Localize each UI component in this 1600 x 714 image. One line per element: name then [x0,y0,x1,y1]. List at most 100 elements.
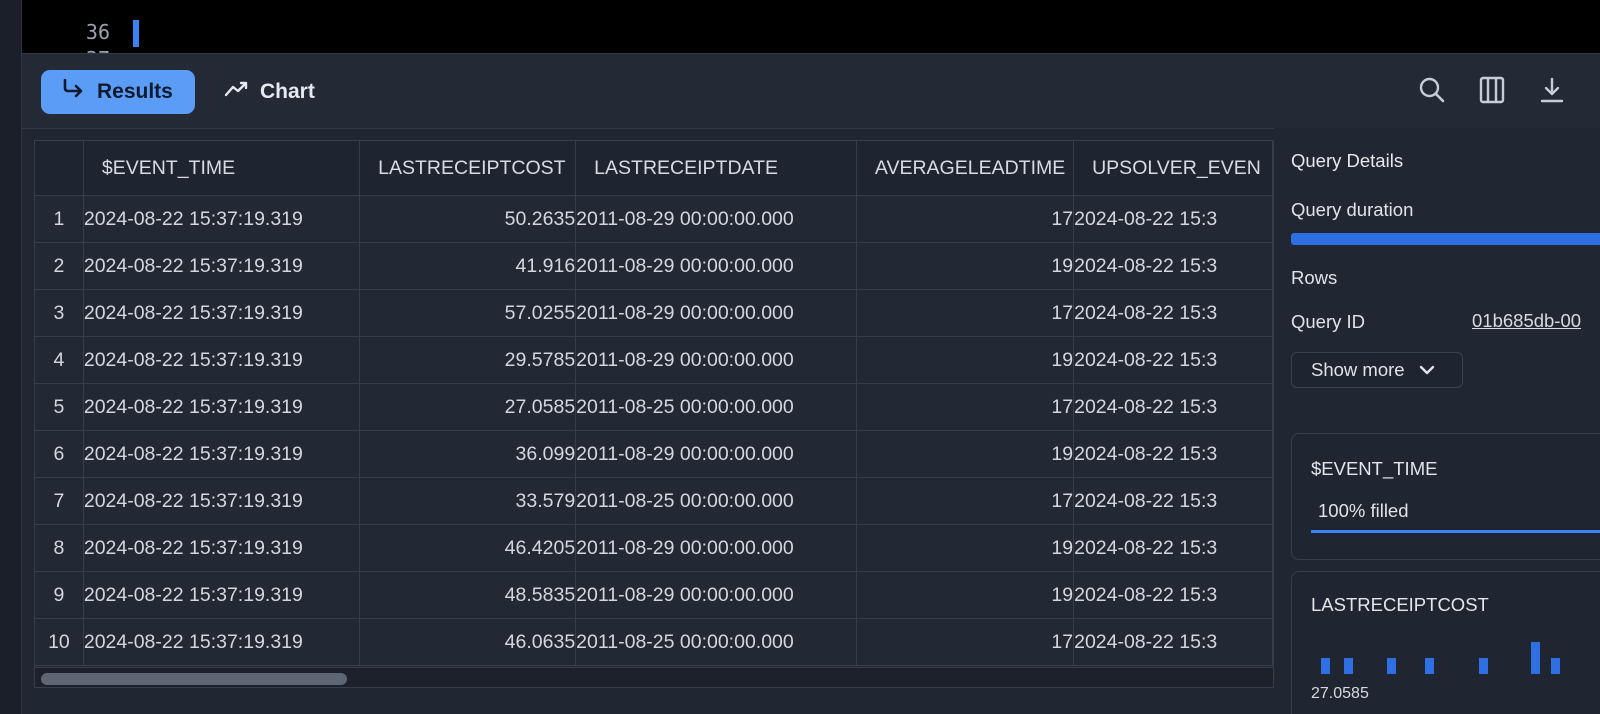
sql-editor[interactable]: 36 37 select * from productvendor_polari… [22,0,1600,54]
cell-upsolver-event[interactable]: 2024-08-22 15:3 [1073,524,1273,572]
results-grid[interactable]: $EVENT_TIME LASTRECEIPTCOST LASTRECEIPTD… [34,140,1274,688]
cell-event-time[interactable]: 2024-08-22 15:37:19.319 [83,195,361,243]
row-number: 5 [35,383,84,431]
cell-lastreceiptcost[interactable]: 36.099 [359,430,577,478]
histogram-bar [1531,642,1540,674]
cell-lastreceiptdate[interactable]: 2011-08-29 00:00:00.000 [575,242,857,290]
column-header-lastreceiptdate[interactable]: LASTRECEIPTDATE [575,141,857,196]
cell-upsolver-event[interactable]: 2024-08-22 15:3 [1073,242,1273,290]
column-card-event-time[interactable]: $EVENT_TIME 100% filled [1291,433,1600,560]
cell-upsolver-event[interactable]: 2024-08-22 15:3 [1073,383,1273,431]
column-card-lastreceiptcost[interactable]: LASTRECEIPTCOST 27.0585 [1291,571,1600,714]
table-row[interactable]: 7 2024-08-22 15:37:19.319 33.579 2011-08… [35,477,1273,525]
cell-event-time[interactable]: 2024-08-22 15:37:19.319 [83,289,361,337]
cell-lastreceiptcost[interactable]: 46.4205 [359,524,577,572]
cell-upsolver-event[interactable]: 2024-08-22 15:3 [1073,477,1273,525]
column-header-lastreceiptcost[interactable]: LASTRECEIPTCOST [359,141,577,196]
filled-percentage: 100% filled [1318,500,1409,521]
cell-lastreceiptcost[interactable]: 41.916 [359,242,577,290]
query-id-link[interactable]: 01b685db-00 [1472,310,1581,332]
tab-results[interactable]: Results [41,70,195,114]
line-number: 37 [42,45,110,53]
results-table: $EVENT_TIME LASTRECEIPTCOST LASTRECEIPTD… [35,141,1273,666]
cell-event-time[interactable]: 2024-08-22 15:37:19.319 [83,477,361,525]
cell-averageleadtime[interactable]: 17 [856,383,1075,431]
cell-averageleadtime[interactable]: 19 [856,336,1075,384]
cell-lastreceiptcost[interactable]: 27.0585 [359,383,577,431]
cell-lastreceiptdate[interactable]: 2011-08-25 00:00:00.000 [575,618,857,666]
table-row[interactable]: 10 2024-08-22 15:37:19.319 46.0635 2011-… [35,618,1273,666]
cell-upsolver-event[interactable]: 2024-08-22 15:3 [1073,289,1273,337]
download-icon[interactable] [1538,76,1566,104]
search-icon[interactable] [1418,76,1446,104]
row-number: 4 [35,336,84,384]
cell-event-time[interactable]: 2024-08-22 15:37:19.319 [83,571,361,619]
cell-lastreceiptcost[interactable]: 33.579 [359,477,577,525]
tab-chart[interactable]: Chart [224,70,315,114]
show-more-label: Show more [1311,359,1405,380]
cell-lastreceiptcost[interactable]: 48.5835 [359,571,577,619]
cell-averageleadtime[interactable]: 19 [856,430,1075,478]
column-card-title: $EVENT_TIME [1311,458,1438,479]
row-number: 3 [35,289,84,337]
cell-averageleadtime[interactable]: 19 [856,571,1075,619]
cell-averageleadtime[interactable]: 17 [856,477,1075,525]
columns-icon[interactable] [1478,76,1506,104]
column-header-event-time[interactable]: $EVENT_TIME [83,141,361,196]
column-header-upsolver-event[interactable]: UPSOLVER_EVEN [1073,141,1273,196]
cell-event-time[interactable]: 2024-08-22 15:37:19.319 [83,383,361,431]
cell-averageleadtime[interactable]: 17 [856,289,1075,337]
column-header-averageleadtime[interactable]: AVERAGELEADTIME [856,141,1075,196]
cell-upsolver-event[interactable]: 2024-08-22 15:3 [1073,336,1273,384]
cell-upsolver-event[interactable]: 2024-08-22 15:3 [1073,195,1273,243]
cell-lastreceiptdate[interactable]: 2011-08-29 00:00:00.000 [575,336,857,384]
table-row[interactable]: 4 2024-08-22 15:37:19.319 29.5785 2011-0… [35,336,1273,384]
code-line-active[interactable]: 37 select * from productvendor_polaris l… [22,17,1600,53]
table-row[interactable]: 2 2024-08-22 15:37:19.319 41.916 2011-08… [35,242,1273,290]
header-row: $EVENT_TIME LASTRECEIPTCOST LASTRECEIPTD… [35,141,1273,196]
table-row[interactable]: 1 2024-08-22 15:37:19.319 50.2635 2011-0… [35,195,1273,243]
cell-upsolver-event[interactable]: 2024-08-22 15:3 [1073,571,1273,619]
query-details-panel: Query Details Query duration Rows Query … [1274,128,1600,714]
cell-lastreceiptcost[interactable]: 29.5785 [359,336,577,384]
histogram-bar [1344,658,1353,674]
cell-upsolver-event[interactable]: 2024-08-22 15:3 [1073,430,1273,478]
active-line-marker [133,20,139,47]
table-row[interactable]: 9 2024-08-22 15:37:19.319 48.5835 2011-0… [35,571,1273,619]
cell-averageleadtime[interactable]: 19 [856,524,1075,572]
rows-label: Rows [1291,267,1338,288]
cell-lastreceiptdate[interactable]: 2011-08-29 00:00:00.000 [575,289,857,337]
cell-upsolver-event[interactable]: 2024-08-22 15:3 [1073,618,1273,666]
cell-lastreceiptdate[interactable]: 2011-08-25 00:00:00.000 [575,383,857,431]
row-number: 1 [35,195,84,243]
table-row[interactable]: 5 2024-08-22 15:37:19.319 27.0585 2011-0… [35,383,1273,431]
return-arrow-icon [61,78,85,106]
scrollbar-thumb[interactable] [41,673,347,685]
show-more-button[interactable]: Show more [1291,352,1463,388]
cell-lastreceiptcost[interactable]: 46.0635 [359,618,577,666]
cell-averageleadtime[interactable]: 17 [856,618,1075,666]
cell-lastreceiptdate[interactable]: 2011-08-29 00:00:00.000 [575,195,857,243]
cell-lastreceiptdate[interactable]: 2011-08-29 00:00:00.000 [575,571,857,619]
column-card-title: LASTRECEIPTCOST [1311,594,1489,615]
cell-lastreceiptcost[interactable]: 50.2635 [359,195,577,243]
cell-lastreceiptcost[interactable]: 57.0255 [359,289,577,337]
table-row[interactable]: 8 2024-08-22 15:37:19.319 46.4205 2011-0… [35,524,1273,572]
cell-lastreceiptdate[interactable]: 2011-08-25 00:00:00.000 [575,477,857,525]
horizontal-scrollbar[interactable] [35,667,1273,687]
cell-event-time[interactable]: 2024-08-22 15:37:19.319 [83,242,361,290]
cell-lastreceiptdate[interactable]: 2011-08-29 00:00:00.000 [575,430,857,478]
chevron-down-icon [1419,359,1435,381]
cell-lastreceiptdate[interactable]: 2011-08-29 00:00:00.000 [575,524,857,572]
row-number: 7 [35,477,84,525]
cell-event-time[interactable]: 2024-08-22 15:37:19.319 [83,618,361,666]
table-row[interactable]: 6 2024-08-22 15:37:19.319 36.099 2011-08… [35,430,1273,478]
cell-event-time[interactable]: 2024-08-22 15:37:19.319 [83,336,361,384]
tab-chart-label: Chart [260,80,315,103]
cell-averageleadtime[interactable]: 19 [856,242,1075,290]
query-details-title: Query Details [1291,150,1404,171]
cell-event-time[interactable]: 2024-08-22 15:37:19.319 [83,524,361,572]
cell-event-time[interactable]: 2024-08-22 15:37:19.319 [83,430,361,478]
cell-averageleadtime[interactable]: 17 [856,195,1075,243]
table-row[interactable]: 3 2024-08-22 15:37:19.319 57.0255 2011-0… [35,289,1273,337]
